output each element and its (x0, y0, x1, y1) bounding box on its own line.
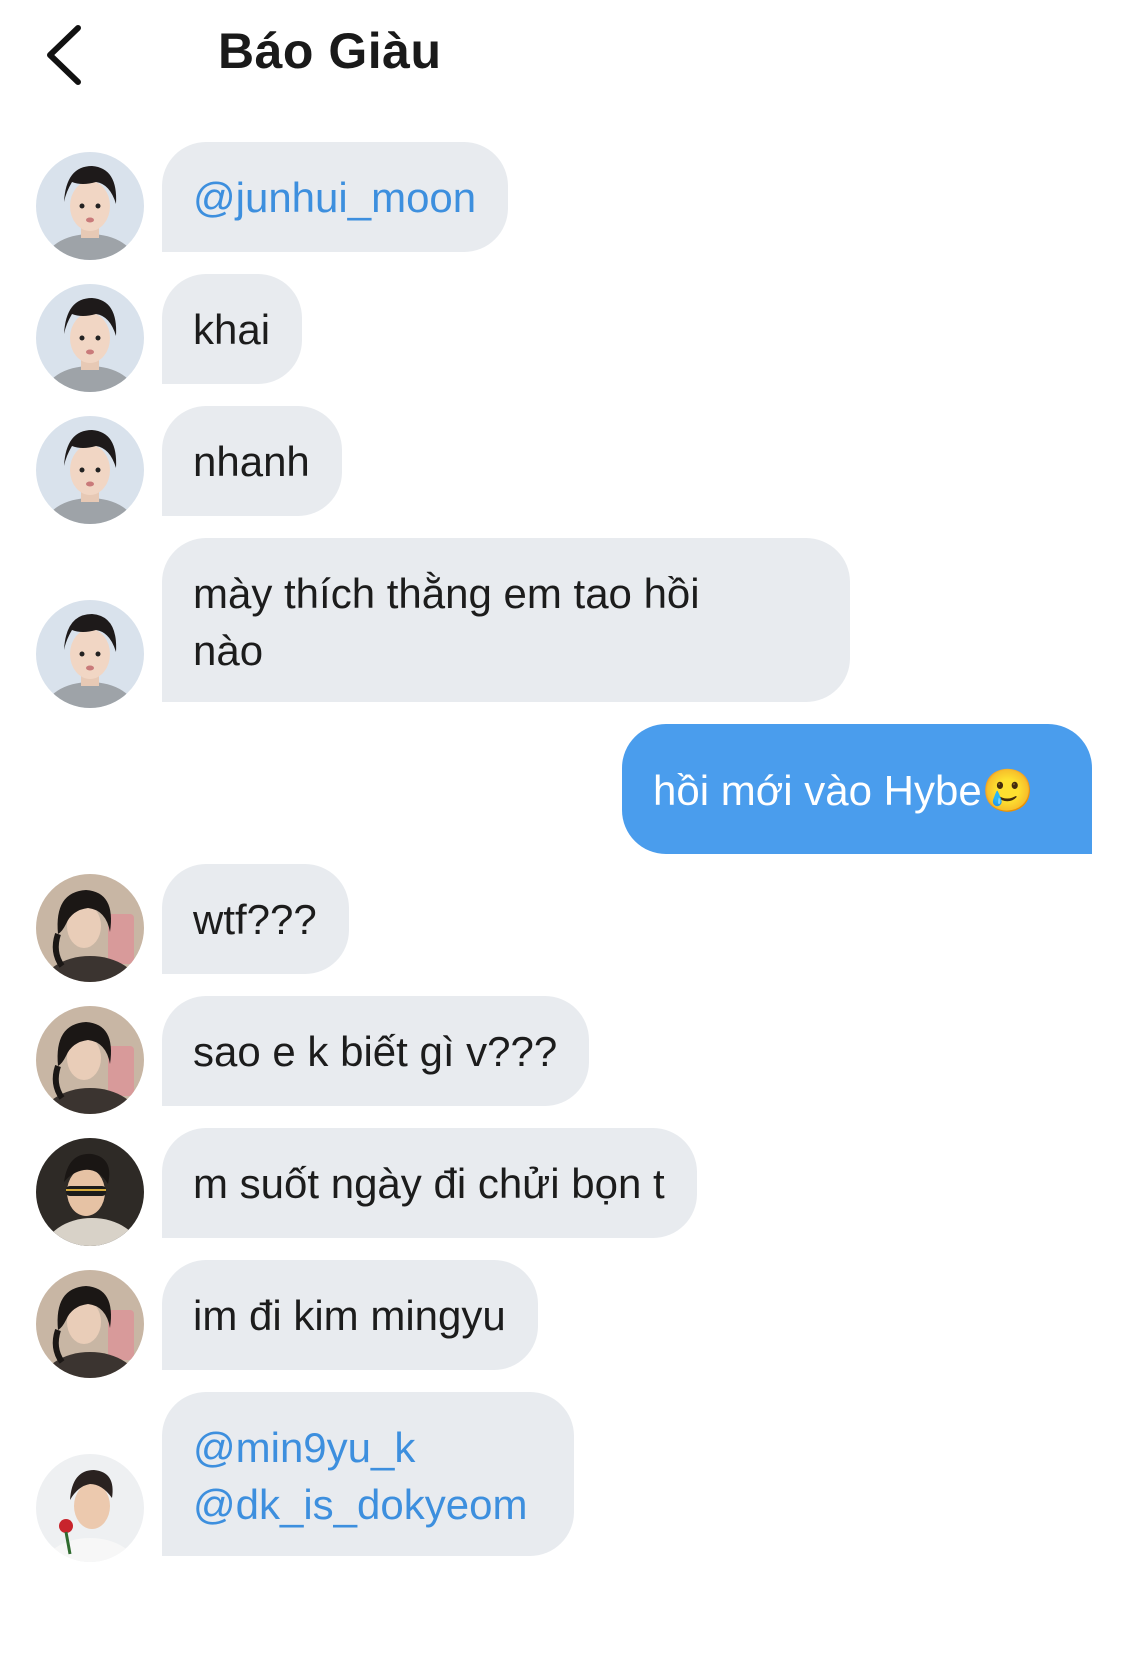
message-bubble-received[interactable]: @junhui_moon (162, 142, 509, 252)
avatar[interactable] (36, 284, 144, 392)
message-bubble-received[interactable]: mày thích thằng em tao hồi nào (162, 538, 850, 702)
back-button[interactable] (40, 20, 100, 90)
message-text: nào (193, 627, 264, 674)
chevron-left-icon (47, 25, 81, 85)
message-bubble-received[interactable]: im đi kim mingyu (162, 1260, 538, 1370)
chat-title: Báo Giàu (218, 23, 442, 79)
message-text: sao e k biết gì v??? (193, 1028, 558, 1075)
message-text: wtf??? (193, 896, 317, 943)
message-bubble-received[interactable]: sao e k biết gì v??? (162, 996, 590, 1106)
avatar[interactable] (36, 416, 144, 524)
avatar[interactable] (36, 1006, 144, 1114)
message-text: im đi kim mingyu (193, 1292, 506, 1339)
avatar[interactable] (36, 1270, 144, 1378)
message-text: mày thích thằng em tao hồi (193, 570, 700, 617)
message-bubble-sent[interactable]: hồi mới vào Hybe🥲 (622, 724, 1092, 854)
message-bubble-received[interactable]: khai (162, 274, 303, 384)
message-bubble-received[interactable]: m suốt ngày đi chửi bọn t (162, 1128, 697, 1238)
avatar[interactable] (36, 1138, 144, 1246)
avatar[interactable] (36, 600, 144, 708)
message-bubble-received[interactable]: nhanh (162, 406, 342, 516)
message-text: hồi mới vào Hybe🥲 (653, 767, 1034, 814)
avatar[interactable] (36, 1454, 144, 1562)
mention-link[interactable]: @junhui_moon (193, 174, 476, 221)
message-bubble-received[interactable]: @min9yu_k @dk_is_dokyeom (162, 1392, 574, 1556)
mention-link[interactable]: @dk_is_dokyeom (193, 1476, 542, 1533)
avatar[interactable] (36, 152, 144, 260)
message-text: khai (193, 306, 271, 353)
mention-link[interactable]: @min9yu_k (193, 1419, 542, 1476)
chat-header: Báo Giàu (0, 0, 1125, 110)
avatar[interactable] (36, 874, 144, 982)
message-bubble-received[interactable]: wtf??? (162, 864, 349, 974)
message-text: m suốt ngày đi chửi bọn t (193, 1160, 665, 1207)
message-text: nhanh (193, 438, 310, 485)
